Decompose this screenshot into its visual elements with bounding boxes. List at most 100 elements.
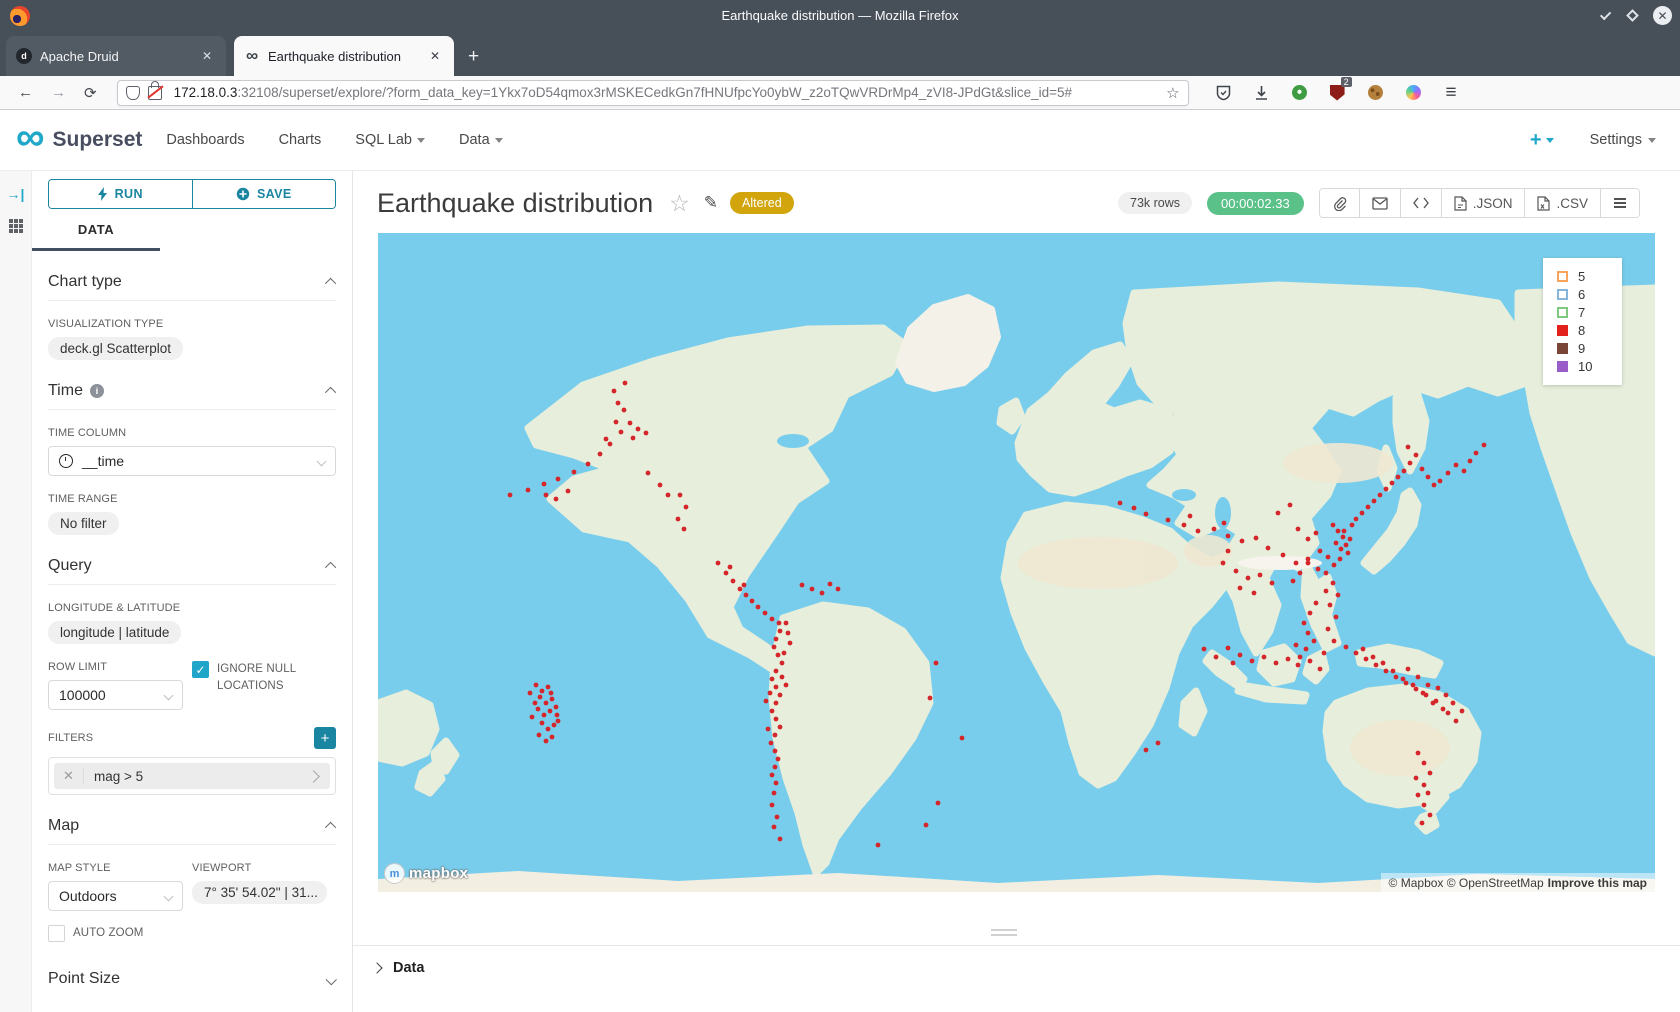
run-button[interactable]: RUN bbox=[49, 180, 192, 208]
bookmark-star-icon[interactable]: ☆ bbox=[1166, 84, 1179, 102]
legend-row[interactable]: 7 bbox=[1557, 303, 1622, 321]
legend-row[interactable]: 8 bbox=[1557, 321, 1622, 339]
tab-close-icon[interactable]: ✕ bbox=[198, 47, 216, 65]
row-limit-select[interactable]: 100000 bbox=[48, 680, 183, 710]
section-time[interactable]: Timei bbox=[48, 382, 336, 400]
remove-filter-icon[interactable]: ✕ bbox=[54, 768, 84, 784]
export-json-label: .JSON bbox=[1473, 196, 1513, 211]
ublock-icon[interactable]: 2 bbox=[1329, 84, 1346, 101]
new-item-button[interactable]: + bbox=[1530, 129, 1554, 152]
nav-label: Charts bbox=[279, 132, 322, 148]
data-panel-label: Data bbox=[393, 960, 424, 976]
legend-row[interactable]: 9 bbox=[1557, 339, 1622, 357]
map-style-select[interactable]: Outdoors bbox=[48, 881, 183, 911]
tab-apache-druid[interactable]: d Apache Druid ✕ bbox=[6, 36, 226, 76]
embed-code-button[interactable] bbox=[1400, 189, 1441, 217]
dataset-grid-icon[interactable] bbox=[7, 217, 25, 235]
nav-charts[interactable]: Charts bbox=[279, 132, 322, 148]
filter-chip[interactable]: ✕ mag > 5 bbox=[54, 763, 330, 789]
cookie-extension-icon[interactable] bbox=[1367, 84, 1384, 101]
back-button[interactable]: ← bbox=[18, 84, 33, 101]
nav-dashboards[interactable]: Dashboards bbox=[166, 132, 244, 148]
legend-row[interactable]: 6 bbox=[1557, 285, 1622, 303]
caret-down-icon bbox=[1648, 138, 1656, 143]
tab-close-icon[interactable]: ✕ bbox=[426, 47, 444, 65]
viewport-value[interactable]: 7° 35' 54.02" | 31... bbox=[192, 881, 327, 904]
export-csv-button[interactable]: .CSV bbox=[1524, 189, 1600, 217]
save-button[interactable]: SAVE bbox=[192, 180, 336, 208]
legend-row[interactable]: 10 bbox=[1557, 357, 1622, 375]
forward-button[interactable]: → bbox=[51, 84, 66, 101]
checkbox-checked-icon[interactable]: ✓ bbox=[192, 661, 209, 678]
favorite-star-icon[interactable]: ☆ bbox=[669, 190, 690, 217]
deckgl-scatter-map[interactable]: 56 78910 m mapbox © Mapbox © OpenStreetMa… bbox=[378, 233, 1655, 892]
url-text[interactable]: 172.18.0.3:32108/superset/explore/?form_… bbox=[174, 85, 1159, 100]
nav-data[interactable]: Data bbox=[459, 132, 503, 148]
expand-panel-icon[interactable]: →| bbox=[7, 185, 25, 203]
panel-drag-handle[interactable] bbox=[991, 929, 1017, 939]
window-maximize-icon[interactable] bbox=[1626, 9, 1639, 22]
export-toolbar: .JSON .CSV bbox=[1319, 188, 1640, 218]
row-count-badge: 73k rows bbox=[1118, 192, 1192, 214]
copy-link-button[interactable] bbox=[1320, 189, 1359, 217]
tracking-shield-icon[interactable] bbox=[126, 86, 140, 100]
time-column-select[interactable]: __time bbox=[48, 446, 336, 476]
chevron-up-icon bbox=[325, 278, 336, 289]
superset-logo[interactable]: ∞ Superset bbox=[16, 128, 142, 152]
chart-header: Earthquake distribution ☆ ✎ Altered 73k … bbox=[377, 185, 1640, 221]
save-label: SAVE bbox=[257, 187, 292, 201]
chevron-down-icon bbox=[164, 891, 174, 901]
envelope-icon bbox=[1372, 197, 1388, 210]
downloads-icon[interactable] bbox=[1253, 84, 1270, 101]
lonlat-value[interactable]: longitude | latitude bbox=[48, 621, 181, 644]
tab-data[interactable]: DATA bbox=[32, 209, 160, 251]
reload-button[interactable]: ⟳ bbox=[84, 84, 97, 102]
chart-title: Earthquake distribution bbox=[377, 188, 653, 219]
code-icon bbox=[1413, 197, 1429, 209]
section-map[interactable]: Map bbox=[48, 817, 336, 835]
new-tab-button[interactable]: + bbox=[468, 46, 479, 68]
druid-favicon: d bbox=[16, 48, 32, 64]
menu-icon[interactable]: ≡ bbox=[1443, 84, 1460, 101]
window-minimize-icon[interactable] bbox=[1600, 8, 1611, 19]
more-options-button[interactable] bbox=[1600, 189, 1639, 217]
ignore-null-checkbox-row[interactable]: ✓ IGNORE NULL LOCATIONS bbox=[192, 661, 336, 695]
section-title: Map bbox=[48, 817, 79, 835]
attribution-text[interactable]: © Mapbox © OpenStreetMap bbox=[1389, 876, 1544, 890]
edit-title-icon[interactable]: ✎ bbox=[704, 193, 718, 213]
paperclip-icon bbox=[1332, 196, 1347, 211]
pocket-shield-icon[interactable] bbox=[1215, 84, 1232, 101]
tab-earthquake-distribution[interactable]: ∞ Earthquake distribution ✕ bbox=[234, 36, 454, 76]
settings-menu[interactable]: Settings bbox=[1590, 132, 1656, 148]
viz-type-value[interactable]: deck.gl Scatterplot bbox=[48, 337, 183, 360]
legend-row[interactable]: 5 bbox=[1557, 267, 1622, 285]
export-json-button[interactable]: .JSON bbox=[1441, 189, 1525, 217]
pinwheel-extension-icon[interactable] bbox=[1405, 84, 1422, 101]
mapbox-logo[interactable]: m mapbox bbox=[384, 863, 468, 884]
checkbox-unchecked-icon[interactable] bbox=[48, 925, 65, 942]
window-close-icon[interactable]: ✕ bbox=[1653, 6, 1672, 25]
superset-logo-icon: ∞ bbox=[16, 122, 45, 152]
legend-label: 7 bbox=[1578, 305, 1585, 320]
time-column-label: TIME COLUMN bbox=[48, 427, 336, 439]
tab-label: Apache Druid bbox=[40, 49, 198, 64]
auto-zoom-checkbox-row[interactable]: AUTO ZOOM bbox=[48, 925, 336, 942]
ublock-badge: 2 bbox=[1341, 77, 1352, 87]
extension-green-icon[interactable] bbox=[1291, 84, 1308, 101]
data-collapse-row[interactable]: Data bbox=[353, 946, 1680, 976]
url-bar[interactable]: 172.18.0.3:32108/superset/explore/?form_… bbox=[117, 80, 1189, 106]
section-query[interactable]: Query bbox=[48, 557, 336, 575]
insecure-lock-icon[interactable] bbox=[148, 86, 162, 100]
nav-label: Data bbox=[459, 132, 490, 148]
section-chart-type[interactable]: Chart type bbox=[48, 273, 336, 291]
time-range-value[interactable]: No filter bbox=[48, 512, 119, 535]
hamburger-icon bbox=[1613, 197, 1627, 209]
add-filter-button[interactable]: + bbox=[314, 727, 336, 749]
improve-map-link[interactable]: Improve this map bbox=[1548, 876, 1647, 890]
section-point-size[interactable]: Point Size bbox=[48, 970, 336, 988]
email-button[interactable] bbox=[1359, 189, 1400, 217]
file-csv-icon bbox=[1537, 196, 1550, 211]
nav-sql-lab[interactable]: SQL Lab bbox=[355, 132, 425, 148]
filter-expression: mag > 5 bbox=[84, 769, 309, 784]
browser-toolbar: ← → ⟳ 172.18.0.3:32108/superset/explore/… bbox=[0, 76, 1680, 110]
